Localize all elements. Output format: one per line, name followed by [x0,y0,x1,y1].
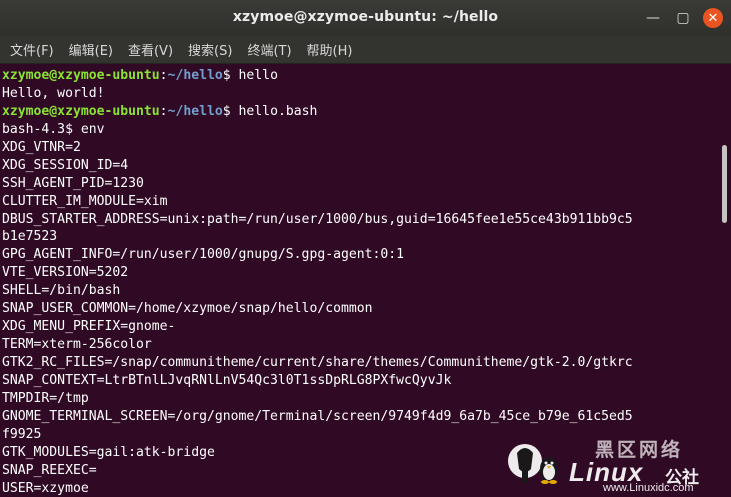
prompt-path: ~/hello [167,68,223,83]
output-line: GTK2_RC_FILES=/snap/communitheme/current… [2,355,633,370]
prompt-colon: : [159,103,168,119]
prompt-colon: : [159,68,168,83]
output-line: Hello, world! [2,85,105,101]
menu-edit[interactable]: 编辑(E) [69,40,113,59]
minimize-icon[interactable]: — [643,8,663,28]
scrollbar-thumb[interactable] [722,145,727,223]
output-line: SNAP_CONTEXT=LtrBTnlLJvqRNlLnV54Qc3l0T1s… [2,372,452,388]
menu-file[interactable]: 文件(F) [10,40,54,59]
prompt-symbol: $ [222,103,239,119]
prompt-symbol: $ [222,68,239,83]
close-icon[interactable]: ✕ [703,8,723,28]
output-line: TMPDIR=/tmp [2,390,89,406]
prompt-line: xzymoe@xzymoe-ubuntu:~/hello$ hello.bash [2,103,718,121]
output-line: SNAP_USER_COMMON=/home/xzymoe/snap/hello… [2,301,373,317]
menu-terminal[interactable]: 终端(T) [247,40,291,59]
output-line: XDG_VTNR=2 [2,139,81,155]
output-line: b1e7523 [2,229,58,245]
output-line: DBUS_STARTER_ADDRESS=unix:path=/run/user… [2,211,633,227]
output-line: XDG_SESSION_ID=4 [2,157,129,173]
penguin-mascot-icon [508,444,558,484]
output-line: VTE_VERSION=5202 [2,265,129,281]
prompt-line: xzymoe@xzymoe-ubuntu:~/hello$ hello [2,67,718,85]
output-line: bash-4.3$ env [2,121,105,137]
prompt-user-host: xzymoe@xzymoe-ubuntu [2,68,160,83]
output-line: CLUTTER_IM_MODULE=xim [2,193,168,209]
command-text: hello [238,68,278,83]
output-line: TERM=xterm-256color [2,337,152,353]
watermark-url: www.Linuxidc.com [603,482,694,494]
output-line: SSH_AGENT_PID=1230 [2,175,144,191]
menu-view[interactable]: 查看(V) [128,40,173,59]
output-line: XDG_MENU_PREFIX=gnome- [2,319,176,335]
prompt-user-host: xzymoe@xzymoe-ubuntu [2,103,160,119]
menu-help[interactable]: 帮助(H) [307,40,353,59]
menu-search[interactable]: 搜索(S) [188,40,232,59]
menu-bar: 文件(F) 编辑(E) 查看(V) 搜索(S) 终端(T) 帮助(H) [0,36,731,64]
title-bar[interactable]: xzymoe@xzymoe-ubuntu: ~/hello — ▢ ✕ [0,0,731,36]
window-title: xzymoe@xzymoe-ubuntu: ~/hello [232,9,499,25]
watermark-logo: 黑区网络 Linux 公社 www.Linuxidc.com [503,433,727,495]
maximize-icon[interactable]: ▢ [673,8,693,28]
output-line: SHELL=/bin/bash [2,283,121,299]
terminal-window: xzymoe@xzymoe-ubuntu: ~/hello — ▢ ✕ 文件(F… [0,0,731,497]
output-line: GNOME_TERMINAL_SCREEN=/org/gnome/Termina… [2,408,633,424]
output-line: GPG_AGENT_INFO=/run/user/1000/gnupg/S.gp… [2,247,405,263]
window-controls: — ▢ ✕ [643,8,723,28]
command-text: hello.bash [238,103,318,119]
prompt-path: ~/hello [167,103,223,119]
